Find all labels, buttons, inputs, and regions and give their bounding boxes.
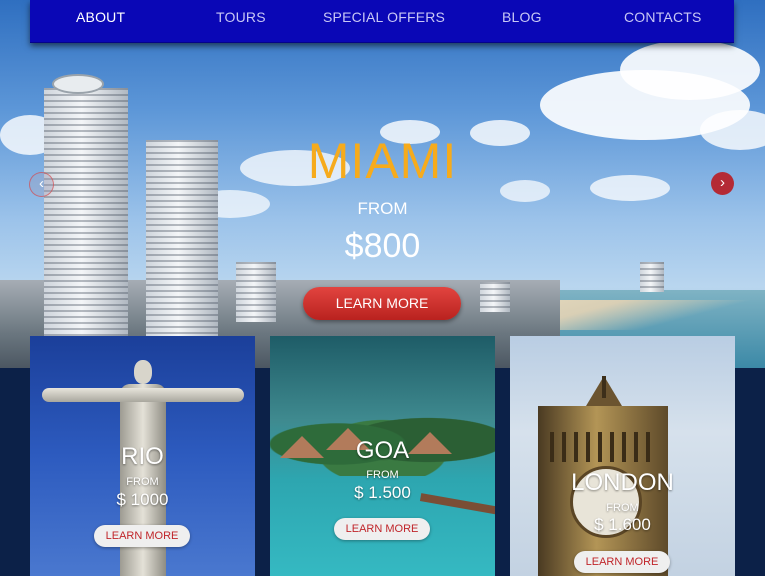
card-learn-more-button[interactable]: LEARN MORE (574, 551, 670, 573)
tower-tip (602, 376, 606, 398)
card-from-label: FROM (606, 502, 639, 514)
destination-card-london[interactable]: LONDON FROM $ 1.600 LEARN MORE (510, 336, 735, 576)
card-learn-more-button[interactable]: LEARN MORE (334, 518, 430, 540)
nav-item-contacts[interactable]: CONTACTS (624, 9, 702, 25)
card-price: $ 1.600 (594, 515, 651, 534)
nav-item-blog[interactable]: BLOG (502, 9, 542, 25)
destination-card-rio[interactable]: RIO FROM $ 1000 LEARN MORE (30, 336, 255, 576)
nav-item-about[interactable]: ABOUT (76, 9, 125, 25)
slider-prev-button[interactable]: ‹ (29, 172, 54, 197)
tower-windows (550, 432, 656, 462)
statue-head (134, 360, 152, 384)
hero-cloud (620, 40, 760, 100)
hero-learn-more-button[interactable]: LEARN MORE (303, 287, 461, 320)
card-from-label: FROM (366, 469, 399, 481)
hero-building (640, 262, 664, 292)
hero-price: $800 (344, 227, 421, 265)
hero-tower-roof (52, 74, 104, 94)
card-learn-more-button[interactable]: LEARN MORE (94, 525, 190, 547)
card-city-title: RIO (121, 443, 164, 470)
hero-building (236, 262, 276, 322)
card-price: $ 1000 (116, 490, 169, 509)
card-city-title: LONDON (571, 469, 674, 496)
statue-arms (42, 388, 244, 402)
card-from-label: FROM (126, 476, 159, 488)
hero-from-label: FROM (357, 199, 408, 218)
main-navbar: ABOUT TOURS SPECIAL OFFERS BLOG CONTACTS (30, 0, 734, 43)
hero-slider: MIAMI FROM $800 LEARN MORE ‹ › (0, 0, 765, 368)
slider-next-button[interactable]: › (711, 172, 734, 195)
nav-item-tours[interactable]: TOURS (216, 9, 266, 25)
card-price: $ 1.500 (354, 483, 411, 502)
chevron-left-icon: ‹ (39, 175, 44, 192)
destination-card-goa[interactable]: GOA FROM $ 1.500 LEARN MORE (270, 336, 495, 576)
card-city-title: GOA (355, 437, 410, 464)
hero-city-title: MIAMI (307, 133, 458, 189)
hero-building (480, 282, 510, 312)
nav-item-special-offers[interactable]: SPECIAL OFFERS (323, 9, 445, 25)
chevron-right-icon: › (720, 174, 725, 191)
